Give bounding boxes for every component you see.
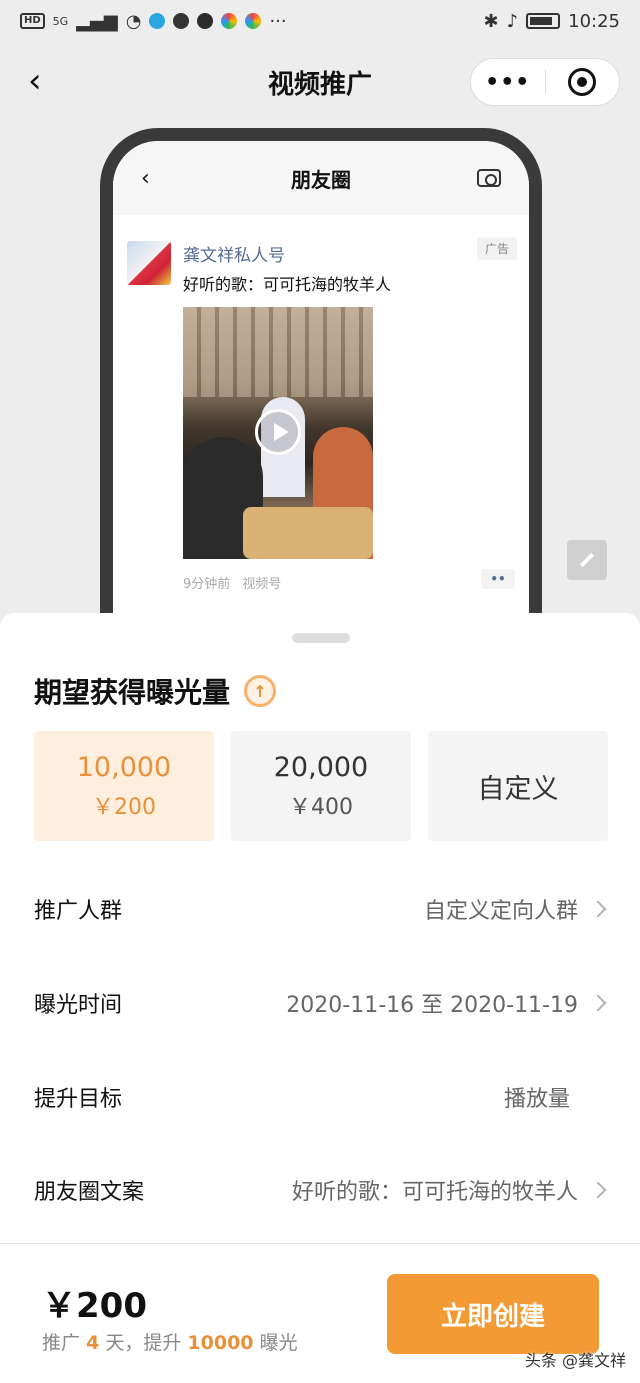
chevron-right-icon [589, 1181, 607, 1199]
arrow-up-icon: ↑ [244, 675, 277, 707]
row-audience[interactable]: 推广人群 自定义定向人群 [34, 889, 608, 929]
summary-exposure: 10000 [187, 1332, 254, 1354]
ad-tag: 广告 [476, 237, 517, 260]
option-price: ￥400 [289, 794, 353, 820]
row-moments-copy[interactable]: 朋友圈文案 好听的歌：可可托海的牧羊人 [34, 1170, 608, 1210]
edit-button[interactable] [567, 540, 607, 580]
close-miniprogram-button[interactable] [546, 68, 620, 96]
app-icon [245, 13, 262, 29]
post-text: 好听的歌：可可托海的牧羊人 [183, 275, 392, 294]
app-icon [173, 13, 190, 29]
status-bar: HD 5G ▂▄▆ ◔ ··· ✱ ♪ 10:25 [0, 0, 640, 42]
preview-header: ‹ 朋友圈 [113, 141, 529, 215]
row-label: 提升目标 [34, 1087, 123, 1112]
ad-post: 龚文祥私人号 广告 好听的歌：可可托海的牧羊人 9分钟前 视频号 •• [113, 215, 529, 592]
avatar [127, 241, 171, 285]
row-goal: 提升目标 播放量 [34, 1077, 608, 1117]
summary-days: 4 [86, 1332, 100, 1354]
row-value-text: 好听的歌：可可托海的牧羊人 [291, 1180, 578, 1205]
row-value: 自定义定向人群 [424, 893, 608, 925]
option-amount: 20,000 [273, 751, 369, 783]
clock: 10:25 [568, 10, 620, 32]
back-icon[interactable]: ‹ [28, 64, 42, 98]
summary-text: 曝光 [259, 1332, 298, 1354]
promotion-summary: 推广 4 天，提升 10000 曝光 [42, 1328, 298, 1355]
more-notifications-icon: ··· [269, 10, 287, 32]
post-time: 9分钟前 [183, 577, 231, 592]
option-amount: 10,000 [76, 751, 172, 783]
video-thumbnail [183, 307, 373, 559]
exposure-title-text: 期望获得曝光量 [34, 676, 231, 709]
row-label: 曝光时间 [34, 993, 123, 1018]
preview-title: 朋友圈 [291, 167, 351, 192]
miniprogram-capsule: ••• [470, 58, 620, 106]
row-label: 推广人群 [34, 899, 123, 924]
total-price: ￥200 [42, 1286, 147, 1326]
app-icon [149, 13, 166, 29]
comment-dots-icon: •• [481, 569, 515, 589]
battery-icon [526, 13, 561, 29]
watermark: 头条 @龚文祥 [524, 1351, 626, 1370]
row-label: 朋友圈文案 [34, 1180, 145, 1205]
camera-icon [477, 169, 501, 187]
row-exposure-time[interactable]: 曝光时间 2020-11-16 至 2020-11-19 [34, 983, 608, 1023]
mute-icon: ♪ [506, 10, 519, 32]
summary-text: 推广 [42, 1332, 81, 1354]
exposure-option-custom[interactable]: 自定义 [428, 731, 608, 841]
row-value: 好听的歌：可可托海的牧羊人 [292, 1174, 608, 1206]
preview-back-icon: ‹ [141, 165, 150, 191]
wechat-icon [197, 13, 214, 29]
hd-indicator: HD [20, 13, 45, 29]
exposure-option-20000[interactable]: 20,000 ￥400 [231, 731, 411, 841]
create-now-button[interactable]: 立即创建 [387, 1274, 599, 1354]
exposure-options: 10,000 ￥200 20,000 ￥400 自定义 [34, 731, 608, 841]
row-value-text: 2020-11-16 至 2020-11-19 [286, 993, 578, 1018]
wifi-icon: ◔ [125, 10, 142, 32]
target-icon [568, 68, 597, 96]
option-price: ￥200 [92, 794, 156, 820]
pencil-icon [579, 552, 595, 568]
signal-5g-icon: 5G [52, 14, 69, 28]
row-value: 2020-11-16 至 2020-11-19 [286, 987, 608, 1019]
promotion-settings-sheet: 期望获得曝光量 ↑ 10,000 ￥200 20,000 ￥400 自定义 推广… [0, 613, 640, 1383]
nav-bar: ‹ 视频推广 ••• [0, 42, 640, 122]
row-value: 播放量 [503, 1087, 570, 1112]
post-author: 龚文祥私人号 [183, 246, 285, 266]
chevron-right-icon [589, 994, 607, 1012]
exposure-section-title: 期望获得曝光量 ↑ [34, 671, 277, 711]
bluetooth-icon: ✱ [483, 10, 499, 32]
play-icon [255, 409, 301, 455]
row-value-text: 自定义定向人群 [423, 899, 578, 924]
exposure-option-10000[interactable]: 10,000 ￥200 [34, 731, 214, 841]
sheet-drag-handle[interactable] [292, 633, 350, 643]
summary-text: 天，提升 [105, 1332, 182, 1354]
app-icon [221, 13, 238, 29]
post-meta: 9分钟前 视频号 [183, 573, 281, 592]
option-custom-label: 自定义 [477, 773, 559, 805]
more-button[interactable]: ••• [471, 70, 545, 95]
chevron-right-icon [589, 900, 607, 918]
post-source: 视频号 [242, 577, 282, 592]
page-title: 视频推广 [267, 69, 372, 100]
signal-bars-icon: ▂▄▆ [76, 10, 118, 32]
